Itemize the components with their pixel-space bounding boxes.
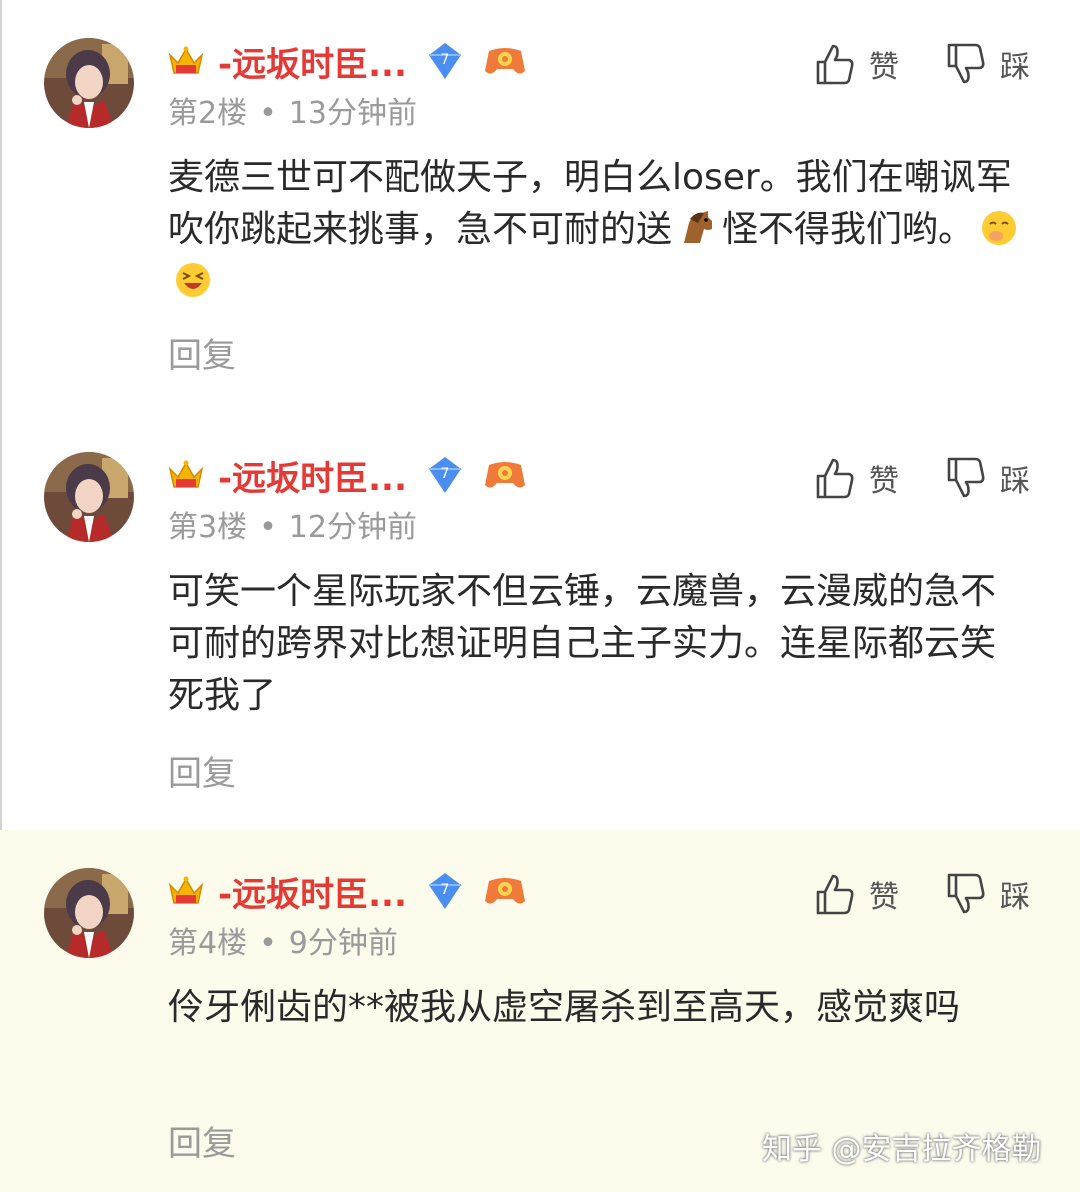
reply-button[interactable]: 回复 bbox=[168, 328, 236, 377]
game-controller-badge-icon bbox=[484, 48, 525, 74]
game-controller-badge-icon bbox=[484, 878, 525, 904]
svg-text:7: 7 bbox=[440, 52, 449, 68]
like-label: 赞 bbox=[869, 880, 899, 915]
comment-meta: 第4楼 • 9分钟前 bbox=[168, 918, 398, 962]
hee-hee-emoji-icon bbox=[982, 211, 1017, 245]
like-button[interactable]: 赞 bbox=[815, 870, 899, 918]
vip-level-badge-icon: 7 bbox=[428, 873, 461, 909]
thumbs-down-icon bbox=[947, 457, 985, 498]
like-button[interactable]: 赞 bbox=[815, 40, 899, 88]
svg-text:7: 7 bbox=[440, 882, 449, 898]
laughing-emoji-icon bbox=[176, 263, 210, 297]
vip-level-badge-icon: 7 bbox=[428, 43, 461, 79]
vip-level-badge-icon: 7 bbox=[428, 457, 461, 493]
avatar[interactable] bbox=[44, 868, 134, 958]
crown-icon bbox=[168, 46, 204, 74]
comment-text: 麦德三世可不配做天子，明白么loser。我们在嘲讽军吹你跳起来挑事，急不可耐的送… bbox=[168, 152, 1028, 308]
dislike-label: 踩 bbox=[1000, 464, 1030, 499]
dislike-label: 踩 bbox=[1000, 880, 1030, 915]
separator-dot: • bbox=[259, 96, 277, 131]
comment-meta: 第2楼 • 13分钟前 bbox=[168, 88, 417, 132]
avatar[interactable] bbox=[44, 452, 134, 542]
reply-button[interactable]: 回复 bbox=[168, 1116, 236, 1165]
floor-number: 第3楼 bbox=[168, 510, 248, 545]
thumbs-up-icon bbox=[816, 44, 854, 85]
username[interactable]: -远坂时臣... bbox=[218, 451, 407, 500]
horse-emoji-icon bbox=[684, 211, 713, 243]
dislike-button[interactable]: 踩 bbox=[946, 870, 1030, 918]
timestamp: 9分钟前 bbox=[288, 926, 398, 961]
like-label: 赞 bbox=[869, 50, 899, 85]
comment-floor-3: -远坂时臣... 7 第3楼 • 12分钟前 赞 踩 可笑一个星际玩家不但云锤，云魔… bbox=[0, 414, 1080, 830]
game-controller-badge-icon bbox=[484, 462, 525, 488]
crown-icon bbox=[168, 876, 204, 904]
thumbs-down-icon bbox=[947, 873, 985, 914]
thumbs-down-icon bbox=[947, 43, 985, 84]
comment-text: 伶牙俐齿的**被我从虚空屠杀到至高天，感觉爽吗 bbox=[168, 987, 961, 1028]
timestamp: 12分钟前 bbox=[288, 510, 417, 545]
separator-dot: • bbox=[259, 510, 277, 545]
username[interactable]: -远坂时臣... bbox=[218, 37, 407, 86]
dislike-label: 踩 bbox=[1000, 50, 1030, 85]
thumbs-up-icon bbox=[816, 458, 854, 499]
svg-text:7: 7 bbox=[440, 466, 449, 482]
comment-text-part-2: 怪不得我们哟。 bbox=[722, 209, 975, 250]
floor-number: 第2楼 bbox=[168, 96, 248, 131]
dislike-button[interactable]: 踩 bbox=[946, 40, 1030, 88]
comment-text: 可笑一个星际玩家不但云锤，云魔兽，云漫威的急不可耐的跨界对比想证明自己主子实力。… bbox=[168, 571, 997, 716]
separator-dot: • bbox=[259, 926, 277, 961]
thumbs-up-icon bbox=[816, 874, 854, 915]
crown-icon bbox=[168, 460, 204, 488]
timestamp: 13分钟前 bbox=[288, 96, 417, 131]
watermark: 知乎 @安吉拉齐格勒 bbox=[762, 1132, 1042, 1167]
avatar[interactable] bbox=[44, 38, 134, 128]
comment-floor-2: -远坂时臣... 7 第2楼 • 13分钟前 赞 踩 麦德三世可不配做天子，明白么l… bbox=[0, 0, 1080, 414]
comment-meta: 第3楼 • 12分钟前 bbox=[168, 502, 417, 546]
username[interactable]: -远坂时臣... bbox=[218, 867, 407, 916]
like-button[interactable]: 赞 bbox=[815, 454, 899, 502]
dislike-button[interactable]: 踩 bbox=[946, 454, 1030, 502]
reply-button[interactable]: 回复 bbox=[168, 746, 236, 795]
like-label: 赞 bbox=[869, 464, 899, 499]
floor-number: 第4楼 bbox=[168, 926, 248, 961]
